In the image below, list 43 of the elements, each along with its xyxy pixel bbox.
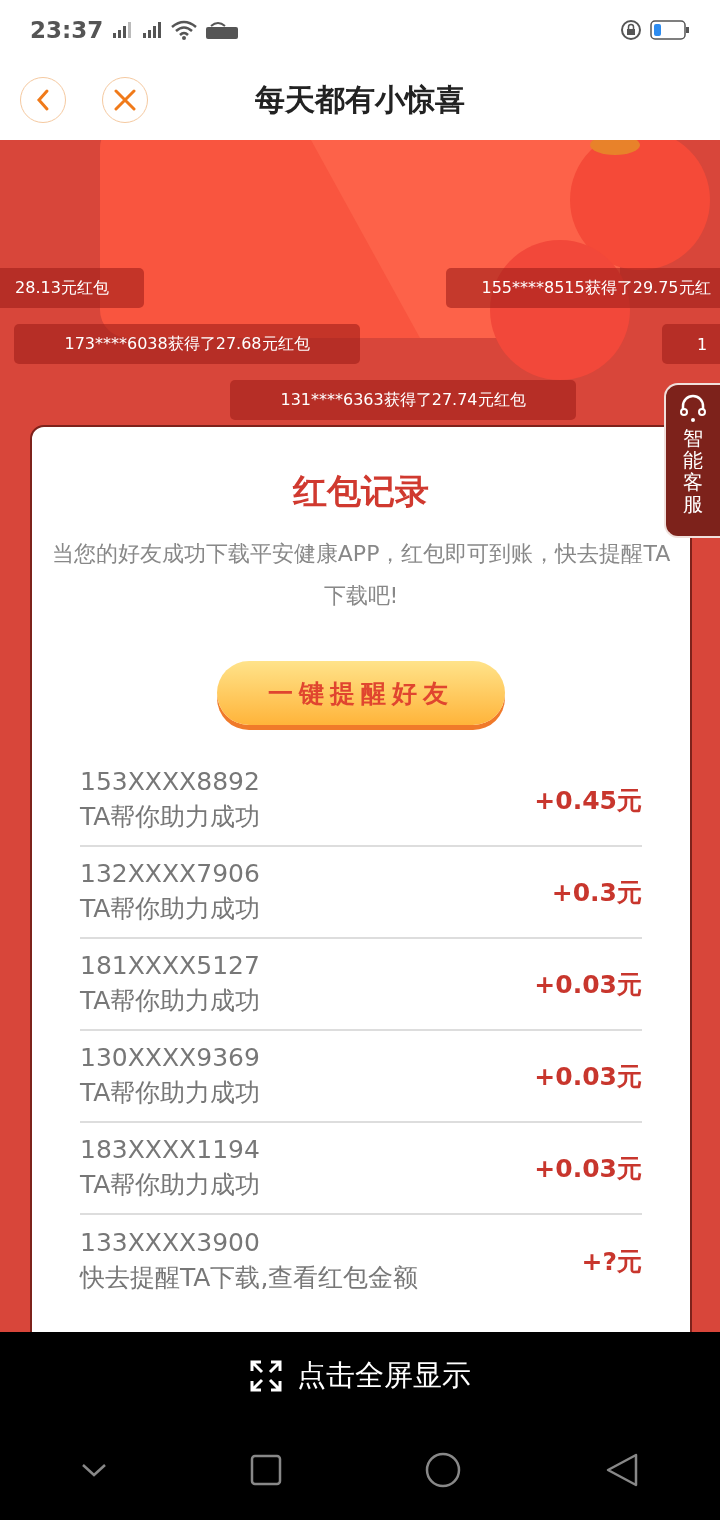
reward-amount: +0.03元 bbox=[534, 1152, 642, 1185]
phone-number: 130XXXX9369 bbox=[80, 1043, 261, 1072]
rotation-lock-icon bbox=[620, 19, 642, 41]
expand-icon bbox=[249, 1359, 283, 1393]
close-button[interactable] bbox=[102, 77, 148, 123]
card-subtitle: 当您的好友成功下载平安健康APP，红包即可到账，快去提醒TA下载吧! bbox=[50, 540, 672, 610]
square-icon[interactable] bbox=[249, 1454, 282, 1486]
winner-banner: 155****8515获得了29.75元红 bbox=[446, 268, 720, 308]
record-status: TA帮你助力成功 bbox=[80, 801, 262, 833]
page-title: 每天都有小惊喜 bbox=[254, 80, 466, 119]
reward-amount: +0.45元 bbox=[534, 784, 642, 817]
winner-banner: 131****6363获得了27.74元红包 bbox=[230, 380, 576, 420]
back-triangle-icon[interactable] bbox=[604, 1452, 639, 1488]
home-icon[interactable] bbox=[424, 1451, 463, 1489]
reward-amount: +?元 bbox=[581, 1245, 642, 1278]
winner-banner: 28.13元红包 bbox=[0, 268, 144, 308]
back-icon bbox=[35, 88, 51, 112]
phone-number: 153XXXX8892 bbox=[80, 767, 261, 796]
wifi-icon bbox=[171, 20, 198, 40]
record-status: TA帮你助力成功 bbox=[80, 1169, 262, 1201]
signal-icon bbox=[111, 21, 134, 39]
menu-down-icon[interactable] bbox=[81, 1462, 108, 1478]
reward-amount: +0.03元 bbox=[534, 968, 642, 1001]
battery-icon bbox=[650, 20, 690, 40]
card-title: 红包记录 bbox=[293, 470, 429, 513]
reward-amount: +0.3元 bbox=[551, 876, 642, 909]
phone-number: 133XXXX3900 bbox=[80, 1228, 261, 1257]
close-icon bbox=[114, 89, 136, 111]
record-status: 快去提醒TA下载,查看红包金额 bbox=[80, 1262, 420, 1294]
headset-icon bbox=[678, 393, 708, 423]
record-status: TA帮你助力成功 bbox=[80, 893, 262, 925]
reward-amount: +0.03元 bbox=[534, 1060, 642, 1093]
record-status: TA帮你助力成功 bbox=[80, 985, 262, 1017]
back-button[interactable] bbox=[20, 77, 66, 123]
status-time: 23:37 bbox=[30, 17, 104, 43]
signal-icon bbox=[141, 21, 164, 39]
phone-number: 181XXXX5127 bbox=[80, 951, 261, 980]
winner-banner: 173****6038获得了27.68元红包 bbox=[14, 324, 360, 364]
record-status: TA帮你助力成功 bbox=[80, 1077, 262, 1109]
customer-service-tab[interactable]: 智能客服 bbox=[664, 383, 720, 538]
phone-number: 132XXXX7906 bbox=[80, 859, 261, 888]
phone-number: 183XXXX1194 bbox=[80, 1135, 261, 1164]
winner-banner: 1 bbox=[662, 324, 720, 364]
